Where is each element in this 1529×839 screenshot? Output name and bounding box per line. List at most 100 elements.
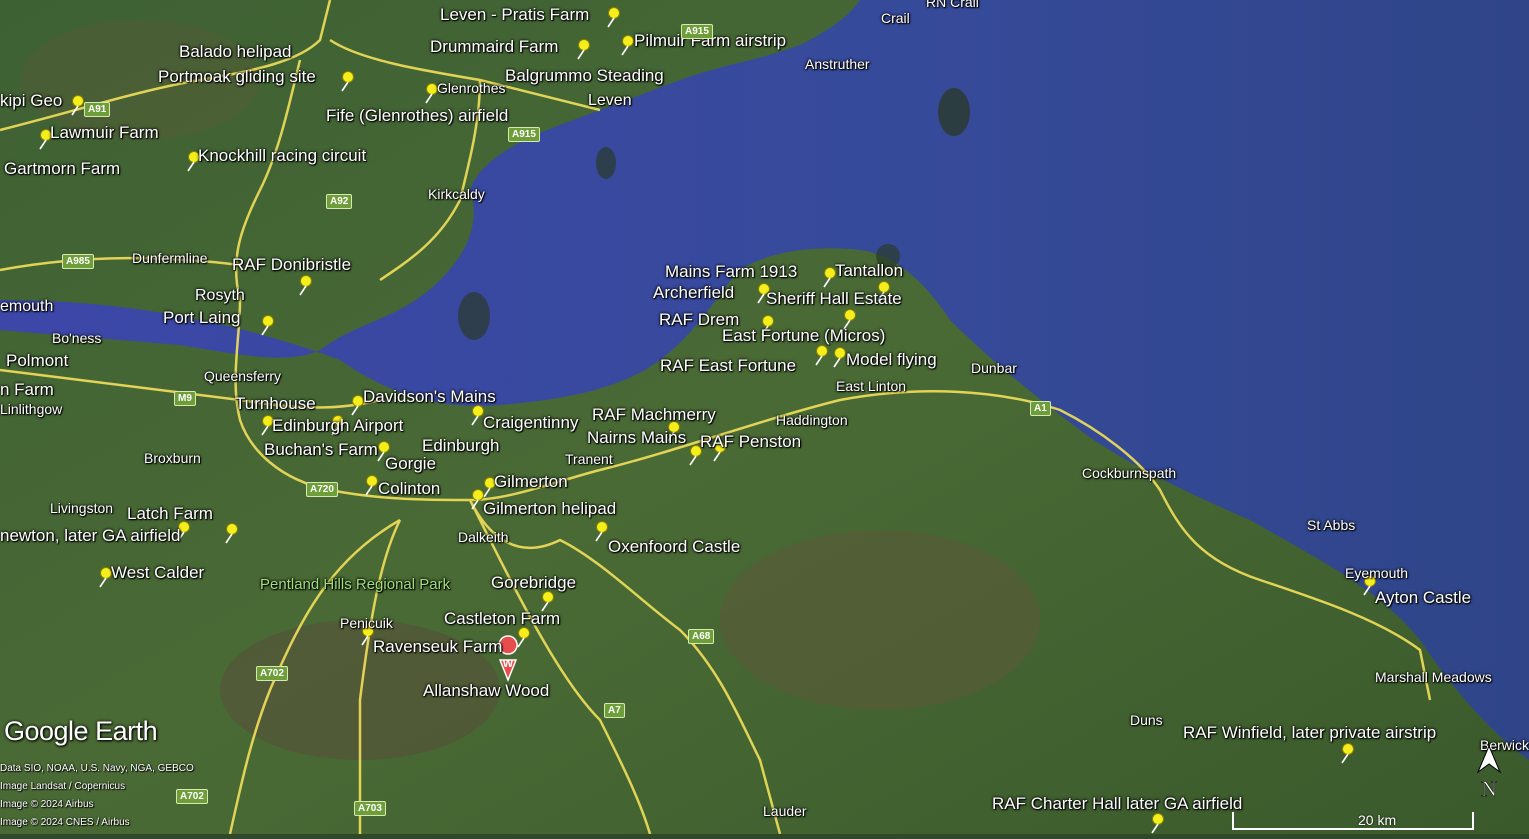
road-shield: A1 (1030, 401, 1051, 416)
road-shield: A985 (62, 254, 94, 269)
scale-bar (1232, 812, 1474, 830)
place-label: Eyemouth (1345, 565, 1409, 581)
pushpin-icon[interactable] (602, 6, 624, 28)
place-label: East Linton (836, 378, 907, 394)
pin-label[interactable]: Davidson's Mains (363, 388, 496, 405)
pin-label[interactable]: newton, later GA airfield (0, 527, 180, 544)
pin-label[interactable]: Tantallon (835, 262, 903, 279)
pin-label[interactable]: East Fortune (Micros) (722, 327, 885, 344)
place-label: Glenrothes (437, 80, 506, 96)
pushpin-icon[interactable] (294, 274, 316, 296)
isle-of-may (938, 88, 970, 136)
pin-label[interactable]: Gilmerton (494, 473, 568, 490)
pin-label[interactable]: Mains Farm 1913 (665, 263, 797, 280)
pin-label[interactable]: Latch Farm (127, 505, 213, 522)
place-label: Cockburnspath (1082, 465, 1177, 481)
road-shield: A91 (84, 102, 111, 117)
pin-label[interactable]: Balgrummo Steading (505, 67, 664, 84)
pin-label[interactable]: RAF Machmerry (592, 406, 716, 423)
place-label: Dalkeith (458, 529, 509, 545)
place-label: Lauder (763, 803, 807, 819)
wikipedia-pin-label[interactable]: Allanshaw Wood (423, 682, 549, 699)
pin-label[interactable]: RAF Donibristle (232, 256, 351, 273)
pin-label[interactable]: Gartmorn Farm (4, 160, 120, 177)
pin-label[interactable]: Craigentinny (483, 414, 578, 431)
credit-line: Image Landsat / Copernicus (0, 781, 126, 792)
pin-label[interactable]: Leven - Pratis Farm (440, 6, 589, 23)
pushpin-icon[interactable] (512, 626, 534, 648)
road-shield: A92 (326, 194, 353, 209)
pin-label[interactable]: Lawmuir Farm (50, 124, 159, 141)
park-label: Pentland Hills Regional Park (260, 576, 451, 593)
pin-label[interactable]: Gorgie (385, 455, 436, 472)
pin-label[interactable]: RAF Charter Hall later GA airfield (992, 795, 1242, 812)
place-label: RN Crail (926, 0, 979, 10)
pin-label[interactable]: Ravenseuk Farm (373, 638, 502, 655)
road-shield: A720 (306, 482, 338, 497)
road-shield: A68 (688, 629, 715, 644)
pushpin-icon[interactable] (256, 314, 278, 336)
place-label: Leven (588, 92, 632, 109)
pushpin-icon[interactable] (1336, 742, 1358, 764)
pin-label[interactable]: Model flying (846, 351, 937, 368)
pin-label[interactable]: Turnhouse (235, 395, 316, 412)
scale-label: 20 km (1358, 812, 1397, 828)
pin-label[interactable]: RAF Penston (700, 433, 801, 450)
pin-label[interactable]: Knockhill racing circuit (198, 147, 366, 164)
place-label: Penicuik (340, 615, 393, 631)
compass-label: N (1481, 776, 1497, 800)
pushpin-icon[interactable] (1146, 812, 1168, 834)
place-label: Linlithgow (0, 401, 63, 417)
pin-label[interactable]: RAF Winfield, later private airstrip (1183, 724, 1436, 741)
pin-label[interactable]: Gilmerton helipad (483, 500, 616, 517)
pushpin-icon[interactable] (336, 70, 358, 92)
pin-label[interactable]: RAF East Fortune (660, 357, 796, 374)
place-label: Tranent (565, 451, 613, 467)
pin-label[interactable]: Port Laing (163, 309, 241, 326)
pin-label[interactable]: Edinburgh Airport (272, 417, 403, 434)
inchkeith-island (596, 147, 616, 179)
place-label: Duns (1130, 712, 1163, 728)
image-credits: Data SIO, NOAA, U.S. Navy, NGA, GEBCO Im… (0, 760, 194, 832)
pin-label[interactable]: Fife (Glenrothes) airfield (326, 107, 508, 124)
pin-label[interactable]: Sheriff Hall Estate (766, 290, 902, 307)
lammermuir-hills (720, 530, 1040, 710)
pin-label[interactable]: Polmont (6, 352, 68, 369)
credit-line: Data SIO, NOAA, U.S. Navy, NGA, GEBCO (0, 763, 194, 774)
place-label: Livingston (50, 500, 114, 516)
pin-label[interactable]: n Farm (0, 381, 54, 398)
compass-north-icon[interactable]: N (1474, 744, 1504, 800)
pin-label[interactable]: Portmoak gliding site (158, 68, 316, 85)
place-label: Queensferry (204, 368, 282, 384)
road-shield: A915 (508, 127, 540, 142)
pin-label[interactable]: Nairns Mains (587, 429, 686, 446)
satellite-map[interactable]: W (0, 0, 1529, 834)
place-label: Marshall Meadows (1375, 669, 1492, 685)
pin-label[interactable]: Castleton Farm (444, 610, 560, 627)
pushpin-icon[interactable] (220, 522, 242, 544)
pushpin-icon[interactable] (572, 38, 594, 60)
place-label: St Abbs (1307, 517, 1356, 533)
wikipedia-pin-letter: W (503, 658, 514, 670)
pin-label[interactable]: Ayton Castle (1375, 589, 1471, 606)
pin-label[interactable]: kipi Geo (0, 92, 62, 109)
pin-label[interactable]: Drummaird Farm (430, 38, 558, 55)
pin-label[interactable]: Archerfield (653, 284, 734, 301)
pin-label[interactable]: Balado helipad (179, 43, 291, 60)
pin-label[interactable]: Gorebridge (491, 574, 576, 591)
credit-line: Image © 2024 CNES / Airbus (0, 817, 130, 828)
place-label: Bo'ness (52, 330, 102, 346)
pin-label[interactable]: Buchan's Farm (264, 441, 378, 458)
place-label: Rosyth (195, 287, 245, 304)
pin-label[interactable]: Colinton (378, 480, 440, 497)
pin-label[interactable]: Oxenfoord Castle (608, 538, 740, 555)
road-shield: A703 (354, 801, 386, 816)
place-label: Crail (881, 10, 910, 26)
road-shield: A702 (256, 666, 288, 681)
credit-line: Image © 2024 Airbus (0, 799, 94, 810)
place-label: Kirkcaldy (428, 186, 485, 202)
pin-label[interactable]: West Calder (111, 564, 204, 581)
place-label: emouth (0, 298, 54, 315)
road-shield: M9 (174, 391, 196, 406)
place-label: Dunbar (971, 360, 1017, 376)
